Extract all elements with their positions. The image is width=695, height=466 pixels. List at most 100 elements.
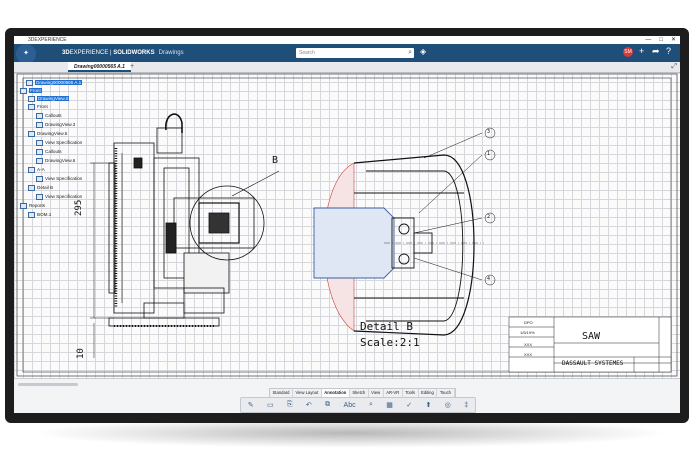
tree-item-view-spec[interactable]: View Specification (36, 139, 82, 147)
section-icon (28, 166, 35, 173)
tag-icon[interactable]: ◈ (420, 47, 426, 56)
rectangle-icon[interactable]: ▭ (267, 401, 274, 409)
spec-icon (36, 175, 43, 182)
search-icon[interactable]: ⌕ (408, 48, 412, 58)
duplicate-icon[interactable]: ⧉ (325, 401, 330, 409)
window-controls: — □ ✕ (645, 36, 676, 44)
brand-title: 3DEXPERIENCE | SOLIDWORKS Drawings (62, 48, 184, 58)
callout-icon (36, 148, 43, 155)
brand-3d: 3D (62, 50, 70, 56)
balloon-1-label: 1 (487, 151, 491, 157)
tree-item-bom[interactable]: BOM.1 (28, 211, 51, 219)
help-icon[interactable]: ? (666, 46, 671, 56)
tree-item-drawingview6[interactable]: DrawingView.6 (36, 157, 75, 165)
tab-bar: Drawing00000565 A.1 + ⤢ (14, 62, 680, 73)
detail-icon (28, 184, 35, 191)
tree-item-section-aa[interactable]: A-A (28, 166, 45, 174)
minimize-icon[interactable]: — (645, 36, 651, 44)
avatar[interactable]: SM (623, 47, 633, 57)
dimension-10: 10 (76, 348, 86, 359)
tree-item-view-spec-2[interactable]: View Specification (36, 175, 82, 183)
compass-icon[interactable]: ✦ (16, 44, 36, 64)
tree-item-front-2[interactable]: Front (28, 103, 48, 111)
check-icon[interactable]: ✓ (406, 401, 412, 409)
spec-icon (36, 139, 43, 146)
title-block-cell-xxx-2: XXX (524, 352, 533, 357)
publish-icon[interactable]: ⬆ (426, 401, 432, 409)
title-block-company: DASSAULT SYSTEMES (562, 360, 624, 367)
horizontal-scrollbar[interactable] (18, 383, 78, 386)
search-input[interactable]: Search ⌕ (296, 48, 414, 58)
zoom-icon[interactable]: ⌕ (369, 401, 373, 409)
view-icon (28, 103, 35, 110)
text-icon[interactable]: Abc (344, 402, 356, 409)
app-name: Drawings (158, 50, 184, 56)
undo-icon[interactable]: ↶ (306, 401, 312, 409)
view-icon (28, 95, 35, 102)
spec-icon (36, 193, 43, 200)
app-screen: 3DEXPERIENCE — □ ✕ ✦ 3DEXPERIENCE | SOLI… (14, 36, 680, 413)
share-icon[interactable]: ➦ (652, 46, 660, 57)
tab-drawing[interactable]: Drawing00000565 A.1 (68, 62, 131, 72)
balloon-3-label: 3 (487, 129, 491, 135)
os-title-bar: 3DEXPERIENCE — □ ✕ (14, 36, 680, 44)
tree-item-callouts-2[interactable]: Callouts (36, 148, 62, 156)
drawing-sheet (16, 73, 678, 377)
view-icon (36, 121, 43, 128)
expand-icon[interactable]: ⤢ (671, 63, 677, 71)
section-tab-view[interactable]: View (369, 389, 384, 397)
add-icon[interactable]: + (639, 46, 644, 56)
edit-icon[interactable]: ✎ (248, 401, 254, 409)
section-tab-touch[interactable]: Touch (437, 389, 455, 397)
tree-item-callouts[interactable]: Callouts (36, 112, 62, 120)
section-tab-annotation[interactable]: Annotation (321, 389, 350, 397)
section-tab-sketch[interactable]: Sketch (350, 389, 369, 397)
tree-item-drawingview3[interactable]: DrawingView.3 (36, 121, 75, 129)
title-block-part-name: SAW (582, 331, 601, 342)
target-icon[interactable]: ◎ (445, 401, 451, 409)
drawing-icon (26, 79, 33, 86)
balloon-leaders (413, 127, 496, 286)
title-block-cell-dpo: DPO (524, 320, 533, 325)
tree-item-front[interactable]: Front (20, 87, 42, 95)
balloon-2-label: 2 (487, 214, 491, 220)
action-bar: ✎ ▭ ⎘ ↶ ⧉ Abc ⌕ ▦ ✓ ⬆ ◎ ‡ (240, 397, 476, 413)
bom-icon (28, 211, 35, 218)
datum-icon[interactable]: ‡ (464, 402, 468, 409)
section-tab-editing[interactable]: Editing (419, 389, 438, 397)
add-tab-icon[interactable]: + (130, 62, 134, 72)
tree-item-reports[interactable]: Reports (20, 202, 45, 210)
title-block-cell-xxx-1: XXX (524, 342, 533, 347)
saw-front-view (108, 113, 280, 327)
dimension-lines (90, 162, 114, 358)
section-tab-view-layout[interactable]: View Layout (293, 389, 322, 397)
close-icon[interactable]: ✕ (671, 36, 676, 44)
title-block-cell-date: 1/5/19% (520, 330, 535, 335)
table-icon[interactable]: ▦ (386, 401, 393, 409)
brand-experience: EXPERIENCE (69, 50, 109, 56)
callout-b-label: B (272, 155, 279, 166)
section-tab-standard[interactable]: Standard (270, 389, 293, 397)
tree-item-drawing[interactable]: Drawing00000565 A.1 (26, 79, 83, 87)
section-tab-tools[interactable]: Tools (403, 389, 419, 397)
view-icon (36, 157, 43, 164)
view-icon (28, 130, 35, 137)
top-bar: ✦ 3DEXPERIENCE | SOLIDWORKS Drawings Sear… (14, 44, 680, 64)
detail-b-view (313, 154, 484, 336)
callout-icon (36, 112, 43, 119)
reports-icon (20, 202, 27, 209)
bottom-panel: Standard View Layout Annotation Sketch V… (14, 378, 680, 413)
brand-solidworks: SOLIDWORKS (113, 50, 155, 56)
balloon-4-label: 4 (487, 276, 491, 282)
detail-scale: Scale:2:1 (360, 336, 420, 349)
tree-item-drawingview0[interactable]: DrawingView.0 (28, 95, 70, 103)
tree-item-detail-b[interactable]: Detail B (28, 184, 53, 192)
copy-icon[interactable]: ⎘ (287, 401, 293, 409)
search-placeholder: Search (299, 50, 315, 56)
os-title: 3DEXPERIENCE (28, 37, 67, 43)
tree-item-drawingview5[interactable]: DrawingView.5 (28, 130, 67, 138)
dimension-295: 295 (74, 199, 84, 216)
section-tab-ar-vr[interactable]: AR-VR (384, 389, 403, 397)
detail-title: Detail B (360, 320, 413, 333)
maximize-icon[interactable]: □ (659, 36, 663, 44)
